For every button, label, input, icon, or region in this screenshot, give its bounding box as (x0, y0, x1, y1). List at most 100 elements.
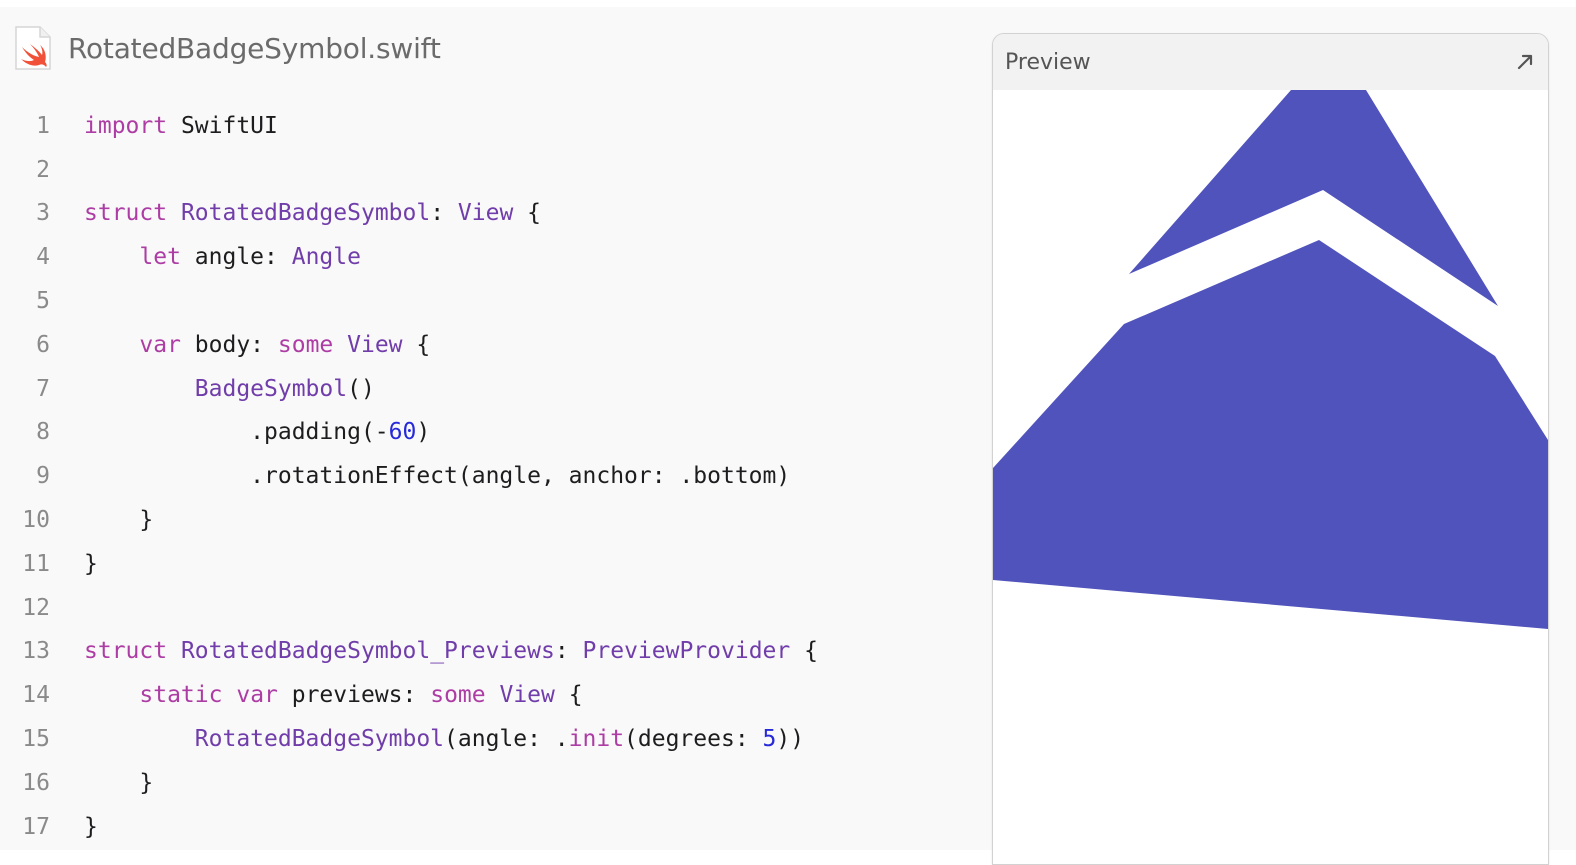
line-number: 2 (36, 156, 50, 183)
preview-label: Preview (1005, 49, 1091, 75)
code-line[interactable]: 6 var body: some View { (0, 323, 960, 367)
line-number: 15 (22, 726, 50, 753)
code-text: } (84, 507, 153, 533)
file-title: RotatedBadgeSymbol.swift (68, 31, 441, 65)
code-line[interactable]: 2 (0, 148, 960, 192)
code-token: } (84, 550, 98, 577)
code-text: let angle: Angle (84, 244, 361, 270)
code-token: .padding(- (84, 419, 389, 446)
code-token: 5 (762, 726, 777, 753)
code-token: BadgeSymbol (194, 375, 348, 402)
code-token: : (554, 638, 583, 665)
code-token: 60 (388, 419, 417, 446)
code-text: } (84, 770, 153, 796)
code-text: struct RotatedBadgeSymbol_Previews: Prev… (84, 638, 818, 664)
code-text: .padding(-60) (84, 419, 430, 445)
line-number: 1 (36, 112, 50, 139)
code-token: } (84, 507, 154, 534)
code-line[interactable]: 11} (0, 542, 960, 586)
swift-file-icon (12, 25, 52, 71)
line-number: 6 (36, 331, 50, 358)
code-token: { (402, 331, 431, 358)
line-number: 11 (22, 550, 50, 577)
code-token: static (139, 682, 223, 709)
code-token: { (513, 200, 541, 227)
code-token: import (84, 112, 168, 139)
line-number: 8 (36, 419, 50, 446)
code-line[interactable]: 17} (0, 805, 960, 849)
code-token: )) (776, 726, 805, 753)
code-token: View (457, 200, 514, 227)
code-token: var (236, 682, 278, 709)
code-token: { (790, 638, 818, 665)
line-number: 5 (36, 288, 50, 315)
code-text: static var previews: some View { (84, 682, 583, 709)
code-line[interactable]: 7 BadgeSymbol() (0, 367, 960, 411)
code-text: } (84, 814, 98, 840)
code-editor[interactable]: 1 import SwiftUI 2 3 struct RotatedBadgeSymb… (0, 104, 960, 849)
code-text: struct RotatedBadgeSymbol: View { (84, 200, 541, 226)
code-token: (angle: . (444, 726, 569, 753)
code-token: init (568, 726, 625, 753)
code-token: let (139, 244, 181, 271)
file-header: RotatedBadgeSymbol.swift (12, 23, 441, 73)
code-token: (degrees: (624, 726, 763, 753)
code-token: var (139, 331, 181, 358)
code-text: RotatedBadgeSymbol(angle: .init(degrees:… (84, 726, 804, 752)
code-token: struct (84, 200, 168, 227)
code-token: ) (416, 419, 431, 446)
code-line[interactable]: 1 import SwiftUI (0, 104, 960, 148)
code-token: } (84, 769, 154, 796)
code-line[interactable]: 14 static var previews: some View { (0, 673, 960, 717)
code-line[interactable]: 9 .rotationEffect(angle, anchor: .bottom… (0, 454, 960, 498)
code-token: Angle (291, 244, 361, 271)
code-line[interactable]: 16 } (0, 761, 960, 805)
code-line[interactable]: 8 .padding(-60) (0, 411, 960, 455)
code-token: RotatedBadgeSymbol (180, 200, 431, 227)
code-token: () (347, 375, 375, 402)
code-token: body: (180, 331, 278, 358)
code-token: angle: (180, 244, 292, 271)
code-text: BadgeSymbol() (84, 376, 375, 402)
code-line[interactable]: 12 (0, 586, 960, 630)
code-token: PreviewProvider (582, 638, 791, 665)
code-text: } (84, 551, 98, 577)
code-line[interactable]: 3 struct RotatedBadgeSymbol: View { (0, 192, 960, 236)
line-number: 10 (22, 507, 50, 534)
preview-canvas (993, 90, 1548, 864)
code-line[interactable]: 15 RotatedBadgeSymbol(angle: .init(degre… (0, 717, 960, 761)
code-token: { (554, 682, 583, 709)
line-number: 4 (36, 244, 50, 271)
code-token: struct (84, 638, 168, 665)
code-token: some (430, 682, 486, 709)
code-token: View (347, 331, 403, 358)
code-token: View (499, 682, 555, 709)
code-line[interactable]: 5 (0, 279, 960, 323)
code-text: import SwiftUI (84, 113, 278, 139)
line-number: 17 (22, 813, 50, 840)
expand-arrow-icon[interactable] (1514, 51, 1536, 73)
preview-header: Preview (993, 34, 1548, 90)
code-text: var body: some View { (84, 332, 430, 358)
code-text: .rotationEffect(angle, anchor: .bottom) (84, 463, 790, 489)
line-number: 9 (36, 463, 50, 490)
code-token: RotatedBadgeSymbol (194, 726, 445, 753)
line-number: 3 (36, 200, 50, 227)
code-line[interactable]: 4 let angle: Angle (0, 235, 960, 279)
code-token: } (84, 813, 98, 840)
code-line[interactable]: 10 } (0, 498, 960, 542)
code-line[interactable]: 13 struct RotatedBadgeSymbol_Previews: Pr… (0, 630, 960, 674)
line-number: 14 (22, 682, 50, 709)
code-token: SwiftUI (167, 112, 278, 139)
code-token: previews: (277, 682, 431, 709)
code-token: RotatedBadgeSymbol_Previews (180, 638, 555, 665)
